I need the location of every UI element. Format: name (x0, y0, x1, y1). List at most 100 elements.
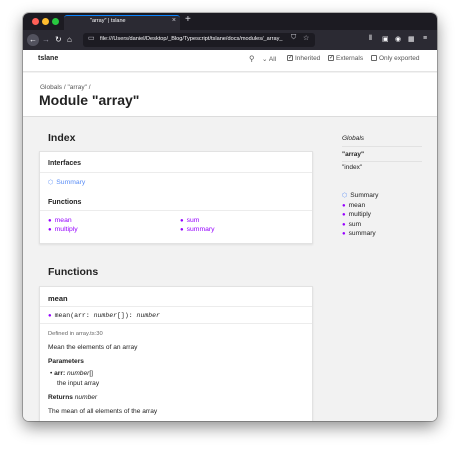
chevron-down-icon: ⌄ (262, 56, 268, 63)
sidebar-item-summary[interactable]: ● summary (342, 230, 376, 237)
index-link-summary[interactable]: ● summary (180, 226, 215, 233)
browser-window: "array" | tslane × + ← → ↻ ⌂ ▭ file:///U… (23, 13, 437, 421)
shield-icon[interactable]: ⛉ (291, 34, 296, 42)
function-icon: ● (180, 218, 184, 224)
extension-icon[interactable]: ▦ (408, 35, 415, 43)
sidebar-item-label: Summary (350, 192, 379, 199)
functions-heading: Functions (48, 266, 99, 278)
sidebar-current-module[interactable]: "array" (342, 151, 364, 158)
breadcrumb-globals[interactable]: Globals (40, 84, 62, 91)
account-icon[interactable]: ◉ (395, 35, 401, 43)
function-icon: ● (342, 212, 346, 218)
index-link-label: Summary (56, 179, 86, 186)
returns-description: The mean of all elements of the array (48, 408, 158, 415)
visibility-select[interactable]: ⌄ All (262, 55, 276, 63)
library-icon[interactable]: ⫴ (369, 35, 372, 43)
parameters-title: Parameters (48, 358, 84, 365)
parameter-item: • arr: number[] (50, 370, 93, 377)
star-icon[interactable]: ☆ (303, 34, 309, 42)
tab-bar: "array" | tslane × + (23, 13, 437, 30)
inherited-label: Inherited (295, 55, 321, 62)
new-tab-button[interactable]: + (185, 14, 191, 25)
index-link-label: summary (186, 226, 215, 233)
close-window-button[interactable] (32, 18, 39, 25)
returns-line: Returns number (48, 394, 97, 401)
page-title: Module "array" (39, 92, 140, 108)
reload-icon[interactable]: ↻ (55, 34, 62, 46)
index-link-summary-interface[interactable]: ⬡ Summary (48, 179, 85, 186)
home-icon[interactable]: ⌂ (67, 34, 72, 46)
title-area: Globals / "array" / Module "array" (23, 73, 437, 117)
sidebar-globals[interactable]: Globals (342, 135, 364, 142)
hamburger-menu-icon[interactable]: ≡ (423, 35, 427, 42)
function-description: Mean the elements of an array (48, 344, 138, 351)
sidebar-item-multiply[interactable]: ● multiply (342, 211, 371, 218)
index-link-label: multiply (54, 226, 78, 233)
close-tab-icon[interactable]: × (172, 17, 176, 24)
index-panel: Interfaces ⬡ Summary Functions ● mean ● mul… (39, 151, 313, 244)
tab-title: "array" | tslane (90, 18, 126, 24)
interfaces-title: Interfaces (48, 160, 82, 167)
index-link-mean[interactable]: ● mean (48, 217, 72, 224)
interface-icon: ⬡ (342, 193, 348, 199)
index-link-label: sum (186, 217, 200, 224)
param-type: number (66, 370, 90, 377)
url-text[interactable]: file:///Users/daniel/Desktop/_Blog/Types… (100, 36, 290, 42)
function-icon: ● (342, 231, 346, 237)
forward-arrow-icon[interactable]: → (42, 34, 50, 46)
function-icon: ● (48, 218, 52, 224)
signature-param-type: number (93, 312, 118, 319)
function-name: mean (48, 294, 68, 303)
function-icon: ● (48, 312, 52, 319)
back-arrow-icon[interactable]: ← (27, 34, 39, 46)
sidebar-module-index[interactable]: "index" (342, 164, 362, 171)
functions-title: Functions (48, 199, 82, 206)
param-name: arr: (54, 370, 66, 377)
function-icon: ● (180, 227, 184, 233)
defined-in: Defined in array.ts:30 (48, 331, 103, 337)
index-link-sum[interactable]: ● sum (180, 217, 199, 224)
function-icon: ● (342, 222, 346, 228)
function-icon: ● (342, 203, 346, 209)
function-panel-mean: mean ● mean(arr: number[]): number Define… (39, 286, 313, 421)
divider (342, 161, 422, 162)
visibility-value: All (268, 56, 277, 63)
sidebar-item-sum[interactable]: ● sum (342, 221, 361, 228)
sidebar-item-mean[interactable]: ● mean (342, 202, 365, 209)
breadcrumb-module[interactable]: "array" (67, 84, 86, 91)
sidebar-item-label: multiply (348, 211, 371, 218)
navigation-toolbar: ← → ↻ ⌂ ▭ file:///Users/daniel/Desktop/_… (23, 30, 437, 50)
divider (40, 210, 312, 211)
param-description: the input array (57, 380, 100, 387)
search-icon[interactable]: ⚲ (249, 54, 255, 63)
inherited-checkbox[interactable] (287, 54, 293, 61)
only-exported-checkbox[interactable] (371, 55, 377, 61)
only-exported-label: Only exported (379, 55, 420, 62)
signature-name: mean (54, 312, 71, 319)
zoom-window-button[interactable] (52, 18, 59, 25)
index-link-multiply[interactable]: ● multiply (48, 226, 78, 233)
signature-open: (arr: (70, 312, 94, 319)
param-suffix: [] (89, 370, 94, 377)
returns-label: Returns (48, 394, 73, 401)
sidebar-icon[interactable]: ▣ (382, 35, 389, 43)
url-bar[interactable]: ▭ file:///Users/daniel/Desktop/_Blog/Typ… (83, 33, 315, 47)
sidebar-item-summary-interface[interactable]: ⬡ Summary (342, 192, 378, 199)
signature-close: []): (117, 312, 137, 319)
sidebar-item-label: sum (348, 221, 362, 228)
site-header: tslane ⚲ ⌄ All Inherited Externals Only … (23, 50, 437, 72)
returns-type: number (74, 394, 98, 401)
tab-array-tslane[interactable]: "array" | tslane × (64, 15, 180, 30)
minimize-window-button[interactable] (42, 18, 49, 25)
site-brand[interactable]: tslane (38, 55, 58, 62)
inherited-toggle[interactable]: Inherited (287, 54, 321, 62)
divider (40, 306, 312, 307)
function-icon: ● (48, 227, 52, 233)
index-link-label: mean (54, 217, 72, 224)
divider (342, 146, 422, 147)
externals-checkbox[interactable] (328, 54, 334, 61)
page-content: tslane ⚲ ⌄ All Inherited Externals Only … (23, 50, 437, 421)
only-exported-toggle[interactable]: Only exported (371, 55, 419, 62)
sidebar-item-label: mean (348, 202, 366, 209)
externals-toggle[interactable]: Externals (328, 54, 363, 62)
